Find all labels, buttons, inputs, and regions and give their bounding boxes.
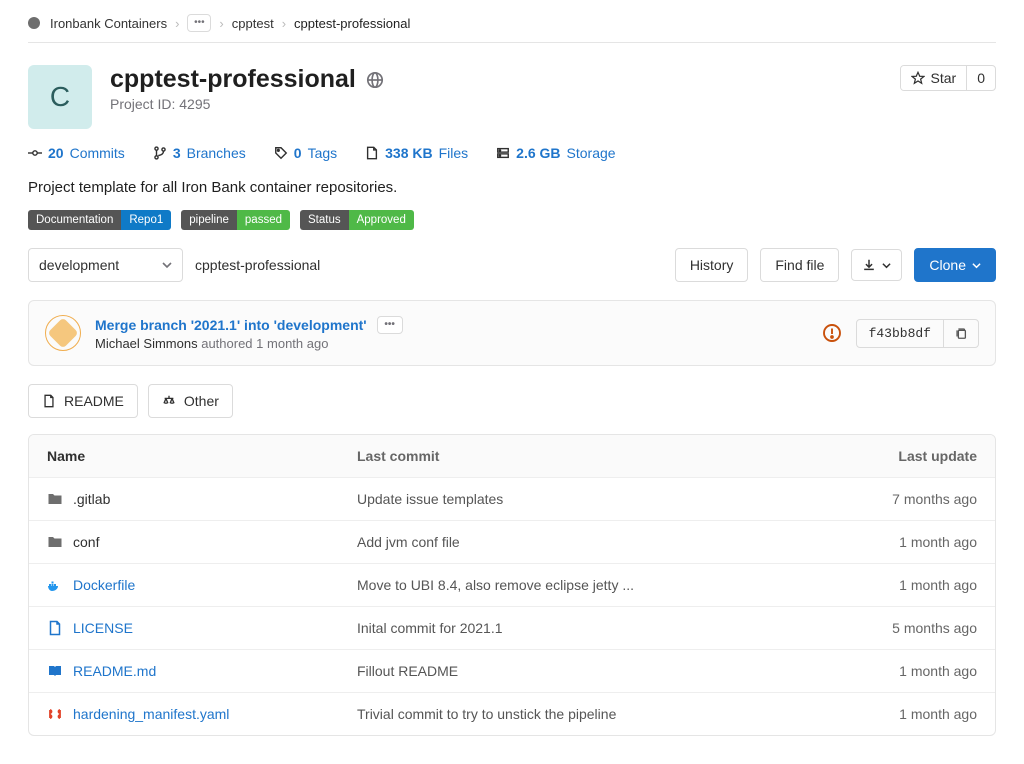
file-update-time: 1 month ago	[817, 663, 977, 679]
header-update: Last update	[817, 448, 977, 464]
branch-name: development	[39, 257, 119, 273]
star-button[interactable]: Star	[901, 66, 967, 90]
commit-author[interactable]: Michael Simmons	[95, 336, 198, 351]
file-commit-message[interactable]: Move to UBI 8.4, also remove eclipse jet…	[357, 577, 634, 593]
file-icon	[42, 394, 56, 408]
controls-row: development cpptest-professional History…	[28, 248, 996, 300]
breadcrumb-current: cpptest-professional	[294, 16, 410, 31]
stat-files[interactable]: 338 KBFiles	[365, 145, 468, 161]
project-stats: 20Commits 3Branches 0Tags 338 KBFiles 2.…	[28, 137, 996, 173]
chevron-down-icon	[972, 261, 981, 270]
download-icon	[862, 258, 876, 272]
project-header: C cpptest-professional Project ID: 4295 …	[28, 43, 996, 137]
globe-icon	[366, 71, 384, 89]
badge[interactable]: pipelinepassed	[181, 210, 290, 230]
file-commit-message[interactable]: Trivial commit to try to unstick the pip…	[357, 706, 616, 722]
file-tabs: README Other	[28, 384, 996, 418]
breadcrumb-root[interactable]: Ironbank Containers	[50, 16, 167, 31]
commit-sha-widget: f43bb8df	[856, 319, 979, 348]
commit-title[interactable]: Merge branch '2021.1' into 'development'	[95, 317, 367, 333]
badge[interactable]: DocumentationRepo1	[28, 210, 171, 230]
clone-button[interactable]: Clone	[914, 248, 996, 282]
file-update-time: 7 months ago	[817, 491, 977, 507]
star-count[interactable]: 0	[966, 66, 995, 90]
stat-commits[interactable]: 20Commits	[28, 145, 125, 161]
chevron-right-icon: ›	[219, 16, 223, 31]
file-update-time: 1 month ago	[817, 577, 977, 593]
warning-icon[interactable]	[822, 323, 842, 343]
project-title: cpptest-professional	[110, 65, 356, 94]
project-id: Project ID: 4295	[110, 96, 882, 112]
breadcrumb: Ironbank Containers › ••• › cpptest › cp…	[28, 8, 996, 43]
last-commit-box: Merge branch '2021.1' into 'development'…	[28, 300, 996, 366]
file-name[interactable]: .gitlab	[73, 491, 110, 507]
file-name[interactable]: Dockerfile	[73, 577, 135, 593]
commit-meta: Michael Simmons authored 1 month ago	[95, 336, 808, 351]
file-tree: Name Last commit Last update .gitlab Upda…	[28, 434, 996, 736]
readme-icon	[47, 663, 63, 679]
chevron-right-icon: ›	[175, 16, 179, 31]
file-name[interactable]: conf	[73, 534, 99, 550]
yaml-icon	[47, 706, 63, 722]
license-icon	[162, 394, 176, 408]
file-commit-message[interactable]: Update issue templates	[357, 491, 503, 507]
download-menu[interactable]	[851, 249, 902, 281]
star-widget: Star 0	[900, 65, 996, 91]
chevron-down-icon	[882, 261, 891, 270]
file-tree-header: Name Last commit Last update	[29, 435, 995, 478]
file-commit-message[interactable]: Add jvm conf file	[357, 534, 460, 550]
file-name[interactable]: LICENSE	[73, 620, 133, 636]
project-avatar: C	[28, 65, 92, 129]
file-update-time: 1 month ago	[817, 706, 977, 722]
commit-avatar	[45, 315, 81, 351]
table-row: conf Add jvm conf file 1 month ago	[29, 521, 995, 564]
copy-sha-button[interactable]	[943, 320, 978, 347]
branch-selector[interactable]: development	[28, 248, 183, 282]
project-description: Project template for all Iron Bank conta…	[28, 173, 996, 210]
stat-storage[interactable]: 2.6 GBStorage	[496, 145, 615, 161]
table-row: LICENSE Inital commit for 2021.1 5 months …	[29, 607, 995, 650]
folder-icon	[47, 534, 63, 550]
folder-icon	[47, 491, 63, 507]
find-file-button[interactable]: Find file	[760, 248, 839, 282]
chevron-down-icon	[162, 260, 172, 270]
file-update-time: 1 month ago	[817, 534, 977, 550]
table-row: Dockerfile Move to UBI 8.4, also remove e…	[29, 564, 995, 607]
table-row: .gitlab Update issue templates 7 months ag…	[29, 478, 995, 521]
file-update-time: 5 months ago	[817, 620, 977, 636]
history-button[interactable]: History	[675, 248, 749, 282]
header-name: Name	[47, 448, 357, 464]
file-commit-message[interactable]: Inital commit for 2021.1	[357, 620, 503, 636]
chevron-right-icon: ›	[282, 16, 286, 31]
table-row: README.md Fillout README 1 month ago	[29, 650, 995, 693]
file-name[interactable]: hardening_manifest.yaml	[73, 706, 229, 722]
badge[interactable]: StatusApproved	[300, 210, 414, 230]
breadcrumb-parent[interactable]: cpptest	[232, 16, 274, 31]
other-tab[interactable]: Other	[148, 384, 233, 418]
commit-sha[interactable]: f43bb8df	[857, 320, 943, 347]
stat-tags[interactable]: 0Tags	[274, 145, 337, 161]
table-row: hardening_manifest.yaml Trivial commit to…	[29, 693, 995, 735]
file-commit-message[interactable]: Fillout README	[357, 663, 458, 679]
file-name[interactable]: README.md	[73, 663, 156, 679]
header-commit: Last commit	[357, 448, 817, 464]
commit-expand-button[interactable]: •••	[377, 316, 403, 334]
badges-row: DocumentationRepo1 pipelinepassed StatusAp…	[28, 210, 996, 248]
file-icon	[47, 620, 63, 636]
star-label: Star	[931, 70, 957, 86]
stat-branches[interactable]: 3Branches	[153, 145, 246, 161]
readme-tab[interactable]: README	[28, 384, 138, 418]
docker-icon	[47, 577, 63, 593]
star-icon	[911, 71, 925, 85]
group-icon	[28, 17, 40, 29]
breadcrumb-ellipsis[interactable]: •••	[187, 14, 211, 32]
path-display: cpptest-professional	[195, 257, 320, 273]
